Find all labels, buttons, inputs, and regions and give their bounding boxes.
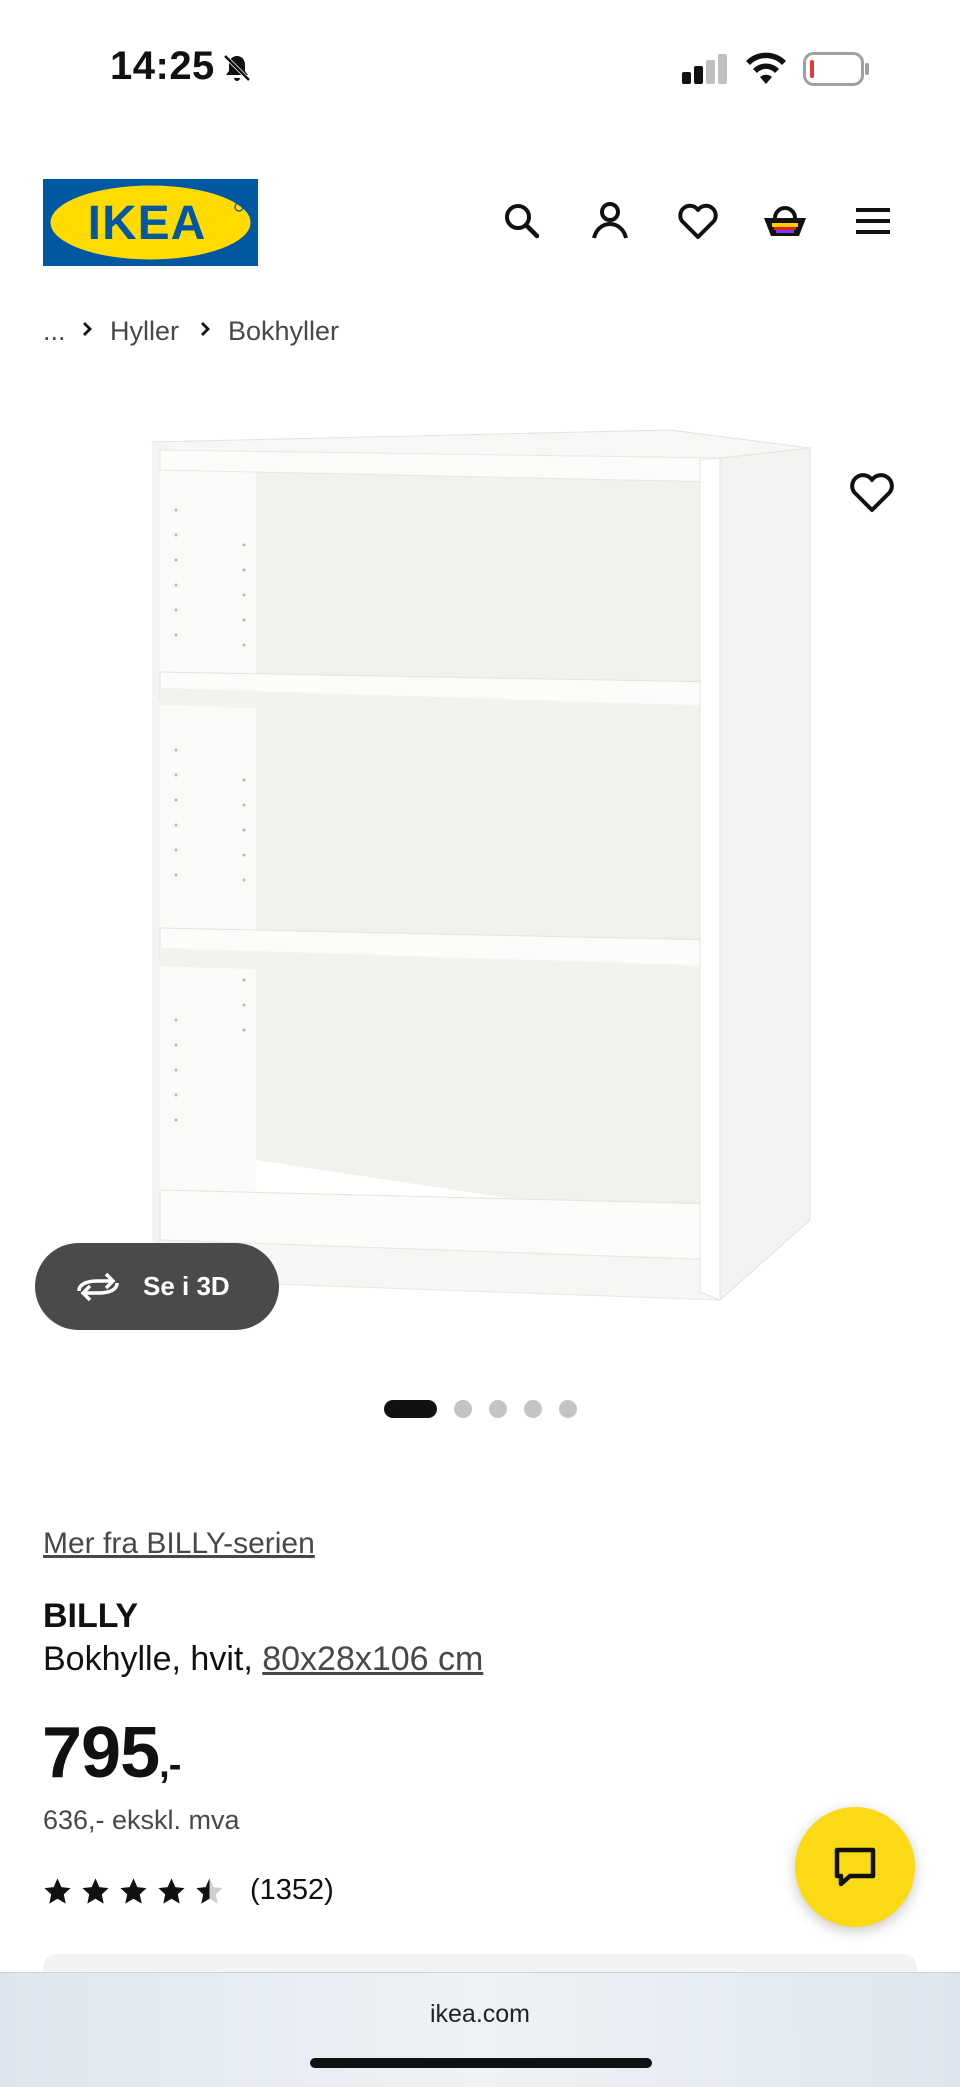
carousel-dot[interactable] <box>559 1400 577 1418</box>
status-time: 14:25 <box>110 44 215 88</box>
breadcrumb-bokhyller[interactable]: Bokhyller <box>228 316 339 347</box>
product-price: 795,- <box>42 1712 181 1794</box>
breadcrumb-ellipsis[interactable]: ... <box>43 316 66 347</box>
ikea-logo[interactable]: IKEA <box>43 179 258 266</box>
view-3d-button[interactable]: Se i 3D <box>35 1243 279 1330</box>
browser-address-bar[interactable] <box>0 1972 960 2087</box>
product-image-bookcase[interactable] <box>140 420 820 1350</box>
carousel-dot[interactable] <box>489 1400 507 1418</box>
price-ex-vat: 636,- ekskl. mva <box>43 1805 240 1835</box>
browser-url[interactable]: ikea.com <box>0 2000 960 2029</box>
home-indicator[interactable] <box>310 2058 652 2068</box>
cart-icon[interactable] <box>762 198 808 244</box>
cellular-signal-icon <box>682 54 727 84</box>
product-name: BILLY <box>43 1597 139 1635</box>
star-full-icon <box>120 1878 147 1904</box>
star-full-icon <box>82 1878 109 1904</box>
price-suffix: ,- <box>159 1744 181 1786</box>
star-half-icon <box>196 1878 223 1904</box>
carousel-dot[interactable] <box>524 1400 542 1418</box>
breadcrumb-hyller[interactable]: Hyller <box>110 316 179 347</box>
silent-bell-icon <box>223 54 251 82</box>
review-count[interactable]: (1352) <box>250 1874 334 1907</box>
battery-icon <box>803 52 869 86</box>
chevron-right-icon <box>201 322 210 336</box>
rotate-3d-icon <box>77 1272 119 1301</box>
account-icon[interactable] <box>587 198 633 244</box>
view-3d-label: Se i 3D <box>143 1271 230 1301</box>
product-size-link[interactable]: 80x28x106 cm <box>262 1640 483 1678</box>
menu-icon[interactable] <box>850 198 896 244</box>
rating-stars[interactable] <box>43 1876 233 1908</box>
product-type-color: Bokhylle, hvit, <box>43 1640 263 1678</box>
carousel-dot[interactable] <box>454 1400 472 1418</box>
star-full-icon <box>44 1878 71 1904</box>
chat-bubble-icon <box>834 1847 876 1887</box>
wifi-icon <box>746 52 786 84</box>
logo-text: IKEA <box>88 197 207 250</box>
carousel-dot-active[interactable] <box>384 1400 437 1418</box>
image-carousel-dots[interactable] <box>384 1399 594 1419</box>
series-link[interactable]: Mer fra BILLY-serien <box>43 1527 315 1561</box>
product-description: Bokhylle, hvit, 80x28x106 cm <box>43 1640 483 1679</box>
search-icon[interactable] <box>499 198 545 244</box>
heart-icon[interactable] <box>675 198 721 244</box>
favorite-heart-icon[interactable] <box>846 468 898 516</box>
star-full-icon <box>158 1878 185 1904</box>
chat-button[interactable] <box>795 1807 915 1927</box>
chevron-right-icon <box>83 322 92 336</box>
price-value: 795 <box>42 1713 160 1793</box>
